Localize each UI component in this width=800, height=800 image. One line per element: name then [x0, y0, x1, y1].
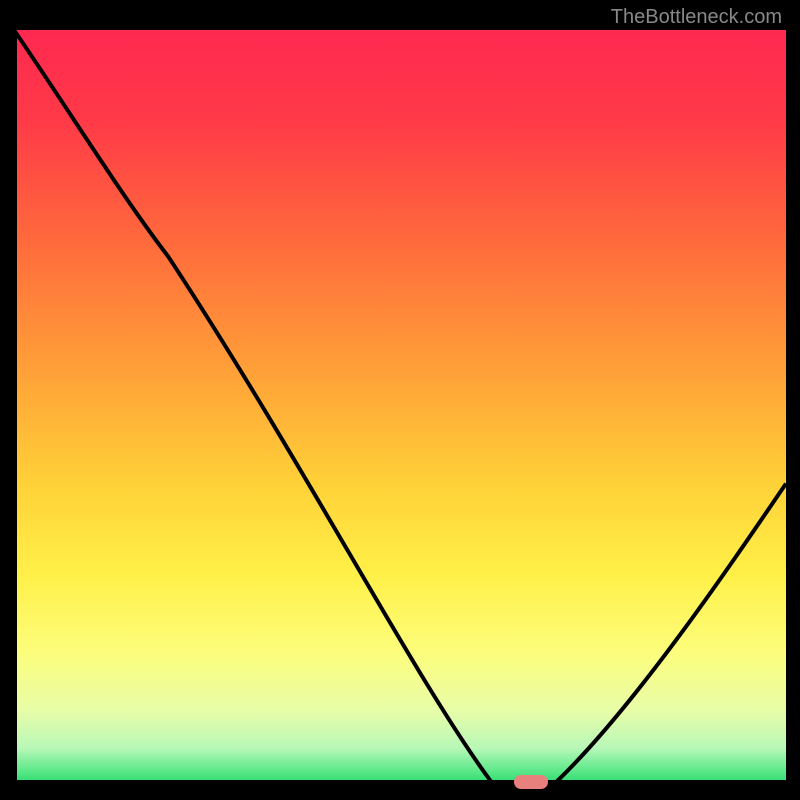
- chart-container: [14, 30, 786, 786]
- watermark-text: TheBottleneck.com: [611, 6, 782, 29]
- chart-axes: [14, 30, 786, 786]
- optimal-marker: [514, 775, 548, 789]
